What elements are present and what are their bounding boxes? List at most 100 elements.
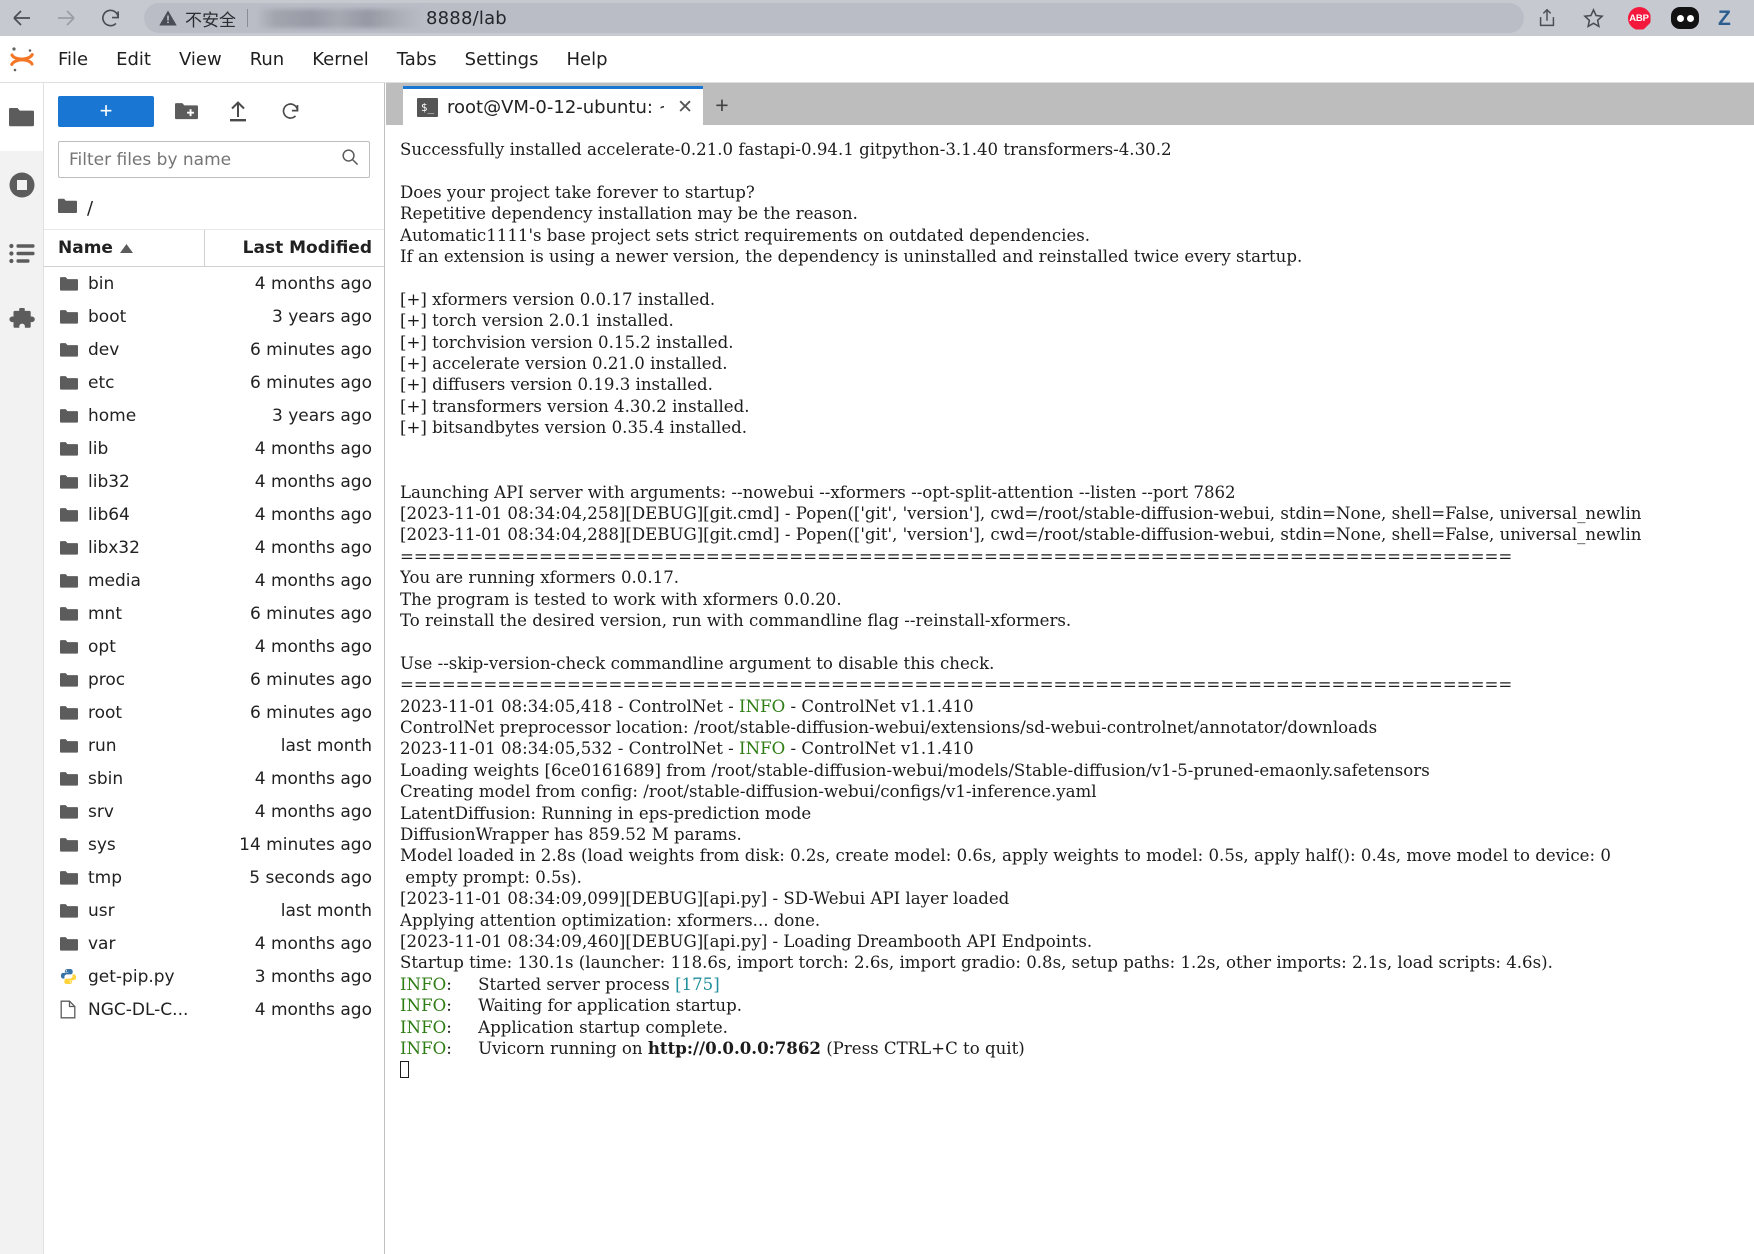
left-sidebar-rail: [0, 83, 44, 1254]
sidebar-item-extension-manager[interactable]: [0, 287, 43, 355]
extension-dots-icon[interactable]: [1662, 0, 1708, 36]
search-icon: [341, 148, 359, 171]
file-list-item[interactable]: dev 6 minutes ago: [44, 333, 384, 366]
file-list-item[interactable]: usr last month: [44, 894, 384, 927]
terminal-line: DiffusionWrapper has 859.52 M params.: [400, 825, 742, 844]
file-modified-label: last month: [280, 735, 372, 756]
terminal-line: Does your project take forever to startu…: [400, 182, 755, 202]
menu-view[interactable]: View: [165, 36, 236, 83]
file-name-label: dev: [88, 339, 120, 360]
file-list-item[interactable]: run last month: [44, 729, 384, 762]
new-folder-icon[interactable]: [166, 94, 206, 128]
file-list-item[interactable]: tmp 5 seconds ago: [44, 861, 384, 894]
menu-file[interactable]: File: [44, 36, 102, 83]
file-list-item[interactable]: NGC-DL-C... 4 months ago: [44, 993, 384, 1026]
search-input[interactable]: [69, 149, 341, 170]
file-name-label: lib: [88, 438, 109, 459]
menu-tabs[interactable]: Tabs: [383, 36, 451, 83]
share-icon[interactable]: [1524, 0, 1570, 36]
terminal-line: Startup time: 130.1s (launcher: 118.6s, …: [400, 953, 1553, 973]
new-tab-button[interactable]: +: [703, 86, 741, 125]
file-list-item[interactable]: lib 4 months ago: [44, 432, 384, 465]
terminal-line: LatentDiffusion: Running in eps-predicti…: [400, 803, 812, 823]
terminal-line: INFO: Waiting for application startup.: [400, 996, 743, 1016]
reload-icon[interactable]: [88, 0, 132, 36]
sidebar-item-commands[interactable]: [0, 219, 43, 287]
upload-icon[interactable]: [218, 94, 258, 128]
terminal-line: [2023-11-01 08:34:09,460][DEBUG][api.py]…: [400, 932, 1093, 952]
column-header-name[interactable]: Name: [44, 238, 204, 258]
file-list-item[interactable]: sbin 4 months ago: [44, 762, 384, 795]
main-dock-area: $_ root@VM-0-12-ubuntu: ~, ✕ + Successfu…: [386, 83, 1754, 1254]
file-list-item[interactable]: var 4 months ago: [44, 927, 384, 960]
file-list-item[interactable]: lib32 4 months ago: [44, 465, 384, 498]
file-modified-label: 4 months ago: [254, 636, 372, 657]
file-modified-label: 6 minutes ago: [249, 702, 372, 723]
file-name-label: sbin: [88, 768, 124, 789]
terminal-line: [+] bitsandbytes version 0.35.4 installe…: [400, 418, 748, 438]
sidebar-item-running-terminals[interactable]: [0, 151, 43, 219]
file-list-item[interactable]: lib64 4 months ago: [44, 498, 384, 531]
breadcrumb-root-label: /: [87, 198, 94, 219]
file-list-item[interactable]: proc 6 minutes ago: [44, 663, 384, 696]
terminal-line: [+] transformers version 4.30.2 installe…: [400, 396, 750, 416]
menu-settings[interactable]: Settings: [451, 36, 553, 83]
column-header-last-modified[interactable]: Last Modified: [204, 230, 384, 266]
terminal-line: [2023-11-01 08:34:04,258][DEBUG][git.cmd…: [400, 503, 1642, 523]
menu-kernel[interactable]: Kernel: [298, 36, 383, 83]
file-list: bin 4 months ago boot 3 years ago dev 6 minut…: [44, 267, 384, 1254]
address-bar[interactable]: 不安全 8888/lab: [144, 3, 1524, 33]
file-name-label: opt: [88, 636, 116, 657]
terminal-line: [+] torch version 2.0.1 installed.: [400, 311, 674, 331]
file-list-item[interactable]: srv 4 months ago: [44, 795, 384, 828]
file-modified-label: 3 years ago: [271, 306, 372, 327]
file-list-item[interactable]: home 3 years ago: [44, 399, 384, 432]
star-icon[interactable]: [1570, 0, 1616, 36]
file-list-item[interactable]: mnt 6 minutes ago: [44, 597, 384, 630]
folder-icon: [60, 804, 78, 819]
tab-terminal[interactable]: $_ root@VM-0-12-ubuntu: ~, ✕: [403, 86, 703, 125]
file-list-item[interactable]: boot 3 years ago: [44, 300, 384, 333]
refresh-icon[interactable]: [270, 94, 310, 128]
folder-icon: [60, 408, 78, 423]
edge-collections-icon[interactable]: Z: [1708, 0, 1754, 36]
terminal-left-gutter: [386, 125, 400, 1254]
adblock-plus-icon[interactable]: ABP: [1616, 0, 1662, 36]
file-modified-label: 14 minutes ago: [239, 834, 372, 855]
file-filter-box[interactable]: [58, 141, 370, 178]
terminal-output[interactable]: Successfully installed accelerate-0.21.0…: [400, 125, 1754, 1254]
menu-help[interactable]: Help: [552, 36, 621, 83]
terminal-line: Applying attention optimization: xformer…: [400, 910, 821, 930]
file-name-label: media: [88, 570, 141, 591]
file-list-item[interactable]: etc 6 minutes ago: [44, 366, 384, 399]
file-list-item[interactable]: bin 4 months ago: [44, 267, 384, 300]
back-arrow-icon[interactable]: [0, 0, 44, 36]
file-list-item[interactable]: sys 14 minutes ago: [44, 828, 384, 861]
file-list-item[interactable]: opt 4 months ago: [44, 630, 384, 663]
terminal-line: Launching API server with arguments: --n…: [400, 482, 1236, 502]
file-modified-label: 4 months ago: [254, 504, 372, 525]
file-filter-wrapper: [44, 139, 384, 188]
forward-arrow-icon[interactable]: [44, 0, 88, 36]
new-launcher-button[interactable]: +: [58, 95, 154, 127]
menu-run[interactable]: Run: [236, 36, 299, 83]
file-browser-panel: + Filter files by name / Name Last Modif…: [44, 83, 385, 1254]
file-modified-label: 4 months ago: [254, 570, 372, 591]
file-list-item[interactable]: root 6 minutes ago: [44, 696, 384, 729]
url-text: 8888/lab: [426, 7, 507, 29]
file-list-item[interactable]: media 4 months ago: [44, 564, 384, 597]
terminal-cursor-line: [400, 1059, 1754, 1080]
file-list-header: Name Last Modified: [44, 230, 384, 267]
file-browser-toolbar: +: [44, 83, 384, 139]
sidebar-item-file-browser[interactable]: [0, 83, 43, 151]
folder-icon: [60, 936, 78, 951]
file-list-item[interactable]: get-pip.py 3 months ago: [44, 960, 384, 993]
terminal-panel[interactable]: Successfully installed accelerate-0.21.0…: [386, 125, 1754, 1254]
breadcrumb[interactable]: /: [44, 188, 384, 230]
folder-icon: [60, 870, 78, 885]
file-list-item[interactable]: libx32 4 months ago: [44, 531, 384, 564]
close-icon[interactable]: ✕: [673, 96, 697, 119]
menu-edit[interactable]: Edit: [102, 36, 165, 83]
